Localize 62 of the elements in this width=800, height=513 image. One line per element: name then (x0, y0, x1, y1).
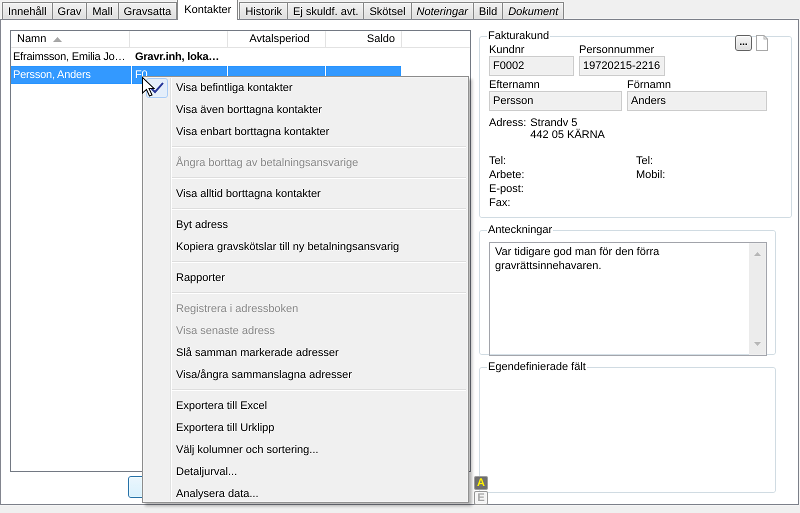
menu-item[interactable]: Exportera till Excel (145, 395, 466, 417)
column-title: Namn (17, 33, 46, 45)
menu-item[interactable]: Rapporter (145, 267, 466, 289)
field-label: Adress: (489, 117, 526, 131)
tab[interactable]: Innehåll (2, 2, 53, 20)
more-button[interactable]: ... (735, 35, 752, 51)
tab[interactable]: Historik (239, 2, 288, 20)
menu-item[interactable]: Slå samman markerade adresser (145, 342, 466, 364)
menu-item[interactable]: Välj kolumner och sortering... (145, 439, 466, 461)
tab[interactable]: Gravsatta (118, 2, 178, 20)
address-line: 442 05 KÄRNA (530, 129, 605, 141)
column-header[interactable]: Saldo (326, 31, 402, 47)
column-header[interactable]: Avtalsperiod (228, 31, 326, 47)
field-label: Tel: (489, 154, 508, 168)
table-cell-text: Gravr.inh, loka… (134, 50, 220, 65)
tab[interactable]: Noteringar (410, 2, 474, 20)
field-label: Efternamn (489, 79, 541, 91)
menu-item[interactable]: Visa alltid borttagna kontakter (145, 183, 466, 205)
group-title: Anteckningar (487, 224, 554, 236)
notes-field[interactable]: Var tidigare god man för den förra gravrättsinnehavaren. (489, 242, 767, 356)
scroll-down-icon[interactable] (754, 342, 761, 346)
notes-text: Var tidigare god man för den förra gravrättsinnehavaren. (494, 245, 660, 274)
tab[interactable]: Dokument (502, 2, 564, 20)
tab[interactable]: Kontakter (177, 0, 238, 20)
menu-item[interactable]: Detaljurval... (145, 461, 466, 483)
field-label: Förnamn (627, 79, 672, 91)
scroll-up-icon[interactable] (754, 252, 761, 256)
group-title: Egendefinierade fält (487, 361, 587, 373)
tab[interactable]: Mall (86, 2, 119, 20)
input-field[interactable]: F0002 (489, 56, 574, 76)
input-field[interactable]: Anders (627, 91, 767, 111)
column-header[interactable]: Namn (11, 31, 130, 47)
column-title: Saldo (366, 33, 395, 45)
group-title: Fakturakund (487, 30, 550, 42)
menu-item[interactable]: Analysera data... (145, 483, 466, 505)
field-label: Personnummer (579, 44, 656, 56)
address-line: Strandv 5 (530, 117, 578, 129)
tab[interactable]: Ej skuldf. avt. (287, 2, 364, 20)
menu-item[interactable]: Exportera till Urklipp (145, 417, 466, 439)
document-icon[interactable] (755, 35, 769, 51)
menu-item[interactable]: Byt adress (145, 214, 466, 236)
field-label: Mobil: (636, 168, 666, 182)
letter-button[interactable]: A (474, 476, 488, 490)
table-cell: Persson, Anders (11, 66, 132, 84)
menu-item[interactable]: Visa/ångra sammanslagna adresser (145, 364, 466, 386)
menu-item[interactable]: Visa enbart borttagna kontakter (145, 121, 466, 143)
sort-arrow-icon (53, 36, 62, 42)
field-label: E-post: (489, 182, 525, 196)
column-title: Avtalsperiod (249, 33, 310, 45)
menu-item[interactable]: Kopiera gravskötslar till ny betalningsansvarig (145, 236, 466, 258)
menu-item[interactable]: Visa även borttagna kontakter (145, 99, 466, 121)
field-label: Arbete: (489, 168, 526, 182)
table-cell-text: Efraimsson, Emilia Jo… (12, 50, 126, 65)
table-row[interactable]: Efraimsson, Emilia Jo… Gravr.inh, loka… (11, 48, 402, 66)
input-field[interactable]: 19720215-2216 (579, 56, 665, 76)
tab[interactable]: Skötsel (363, 2, 412, 20)
field-label: Tel: (636, 154, 654, 168)
input-field[interactable]: Persson (489, 91, 622, 111)
field-label: Kundnr (489, 44, 526, 56)
field-label: Fax: (489, 196, 512, 210)
scrollbar[interactable] (749, 243, 766, 355)
cursor-icon (142, 77, 155, 97)
